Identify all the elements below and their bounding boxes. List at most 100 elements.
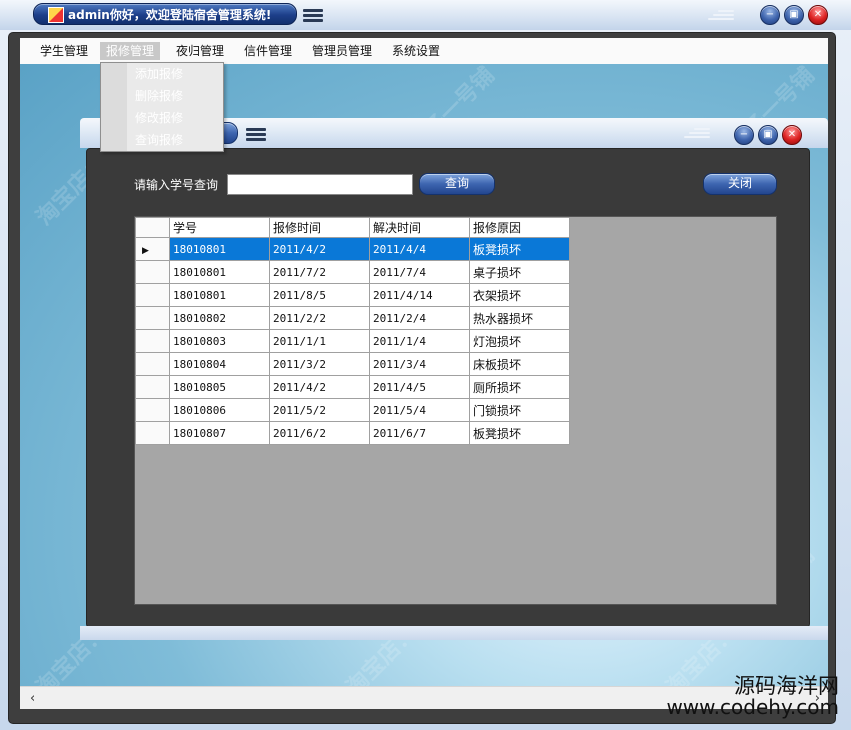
menu-bar: 学生管理 报修管理 夜归管理 信件管理 管理员管理 系统设置	[20, 38, 828, 64]
table-cell[interactable]: 2011/4/2	[269, 237, 370, 261]
table-cell[interactable]: 2011/7/2	[269, 260, 370, 284]
table-cell[interactable]: 18010801	[169, 260, 270, 284]
table-cell[interactable]: 2011/4/14	[369, 283, 470, 307]
row-header[interactable]	[135, 260, 170, 284]
close-window-button[interactable]: 关闭	[703, 173, 777, 195]
title-deco-icon	[708, 8, 734, 20]
child-close-button[interactable]: ✕	[782, 125, 802, 145]
menu-edit-repair[interactable]: 修改报修	[135, 108, 183, 128]
table-cell[interactable]: 2011/2/2	[269, 306, 370, 330]
table-cell[interactable]: 18010801	[169, 283, 270, 307]
window-title: admin你好，欢迎登陆宿舍管理系统!	[68, 8, 272, 22]
table-cell[interactable]: 2011/6/2	[269, 421, 370, 445]
table-row[interactable]: 18010806 2011/5/2 2011/5/4 门锁损坏	[135, 398, 570, 422]
child-system-menu-icon[interactable]	[246, 127, 266, 141]
close-button[interactable]: ✕	[808, 5, 828, 25]
system-menu-icon[interactable]	[303, 8, 323, 22]
table-cell[interactable]: 2011/7/4	[369, 260, 470, 284]
table-row[interactable]: 18010804 2011/3/2 2011/3/4 床板损坏	[135, 352, 570, 376]
menu-add-repair[interactable]: 添加报修	[135, 64, 183, 84]
maximize-icon: ▣	[789, 9, 799, 20]
table-cell[interactable]: 板凳损坏	[469, 421, 570, 445]
child-bottom-border	[80, 626, 828, 640]
child-minimize-button[interactable]: −	[734, 125, 754, 145]
menu-settings[interactable]: 系统设置	[386, 42, 446, 60]
search-label: 请输入学号查询	[134, 178, 219, 192]
table-row[interactable]: 18010803 2011/1/1 2011/1/4 灯泡损坏	[135, 329, 570, 353]
table-cell[interactable]: 18010801	[169, 237, 270, 261]
row-header[interactable]: ▶	[135, 237, 170, 261]
table-row[interactable]: ▶ 18010801 2011/4/2 2011/4/4 板凳损坏	[135, 237, 570, 261]
table-cell[interactable]: 18010807	[169, 421, 270, 445]
menu-repair[interactable]: 报修管理	[100, 42, 161, 60]
table-cell[interactable]: 2011/5/4	[369, 398, 470, 422]
table-row[interactable]: 18010802 2011/2/2 2011/2/4 热水器损坏	[135, 306, 570, 330]
table-row[interactable]: 18010805 2011/4/2 2011/4/5 厕所损坏	[135, 375, 570, 399]
row-header[interactable]	[135, 375, 170, 399]
column-header[interactable]: 学号	[169, 217, 270, 238]
row-header[interactable]	[135, 421, 170, 445]
minimize-button[interactable]: −	[760, 5, 780, 25]
row-header[interactable]	[135, 306, 170, 330]
title-bar: admin你好，欢迎登陆宿舍管理系统! − ▣ ✕	[0, 0, 851, 30]
table-cell[interactable]: 18010802	[169, 306, 270, 330]
site-name-cn: 源码海洋网	[734, 674, 839, 698]
menu-delete-repair[interactable]: 删除报修	[135, 86, 183, 106]
row-header-corner	[135, 217, 170, 238]
menu-student[interactable]: 学生管理	[34, 42, 94, 60]
close-icon: ✕	[813, 9, 823, 20]
child-maximize-button[interactable]: ▣	[758, 125, 778, 145]
menu-letters[interactable]: 信件管理	[238, 42, 298, 60]
table-row[interactable]: 18010801 2011/7/2 2011/7/4 桌子损坏	[135, 260, 570, 284]
table-cell[interactable]: 2011/4/2	[269, 375, 370, 399]
scroll-left-icon[interactable]: ‹	[30, 691, 35, 706]
row-header[interactable]	[135, 329, 170, 353]
menu-icon-strip	[101, 63, 127, 151]
row-pointer-icon: ▶	[142, 246, 149, 256]
column-header[interactable]: 解决时间	[369, 217, 470, 238]
repair-data-grid[interactable]: 学号 报修时间 解决时间 报修原因 ▶ 18010801 2011/4/2 2011/…	[134, 216, 777, 605]
table-cell[interactable]: 门锁损坏	[469, 398, 570, 422]
table-cell[interactable]: 2011/5/2	[269, 398, 370, 422]
table-cell[interactable]: 2011/1/4	[369, 329, 470, 353]
table-row[interactable]: 18010801 2011/8/5 2011/4/14 衣架损坏	[135, 283, 570, 307]
child-deco-icon	[684, 126, 710, 138]
row-header[interactable]	[135, 398, 170, 422]
table-cell[interactable]: 18010804	[169, 352, 270, 376]
table-cell[interactable]: 2011/3/2	[269, 352, 370, 376]
table-cell[interactable]: 2011/2/4	[369, 306, 470, 330]
table-cell[interactable]: 衣架损坏	[469, 283, 570, 307]
table-cell[interactable]: 板凳损坏	[469, 237, 570, 261]
table-cell[interactable]: 厕所损坏	[469, 375, 570, 399]
column-header[interactable]: 报修时间	[269, 217, 370, 238]
menu-late-return[interactable]: 夜归管理	[170, 42, 230, 60]
row-header[interactable]	[135, 352, 170, 376]
table-cell[interactable]: 18010806	[169, 398, 270, 422]
close-icon: ✕	[787, 129, 797, 140]
table-cell[interactable]: 2011/1/1	[269, 329, 370, 353]
table-cell[interactable]: 灯泡损坏	[469, 329, 570, 353]
menu-admin[interactable]: 管理员管理	[306, 42, 378, 60]
title-pill: admin你好，欢迎登陆宿舍管理系统!	[33, 3, 297, 25]
table-cell[interactable]: 桌子损坏	[469, 260, 570, 284]
site-watermark: 源码海洋网 www.codehy.com	[666, 675, 839, 718]
table-row[interactable]: 18010807 2011/6/2 2011/6/7 板凳损坏	[135, 421, 570, 445]
query-button[interactable]: 查询	[419, 173, 495, 195]
table-cell[interactable]: 热水器损坏	[469, 306, 570, 330]
table-cell[interactable]: 2011/6/7	[369, 421, 470, 445]
repair-dropdown-menu: 添加报修 删除报修 修改报修 查询报修	[100, 62, 224, 152]
table-cell[interactable]: 2011/8/5	[269, 283, 370, 307]
student-id-input[interactable]	[227, 174, 413, 195]
table-cell[interactable]: 床板损坏	[469, 352, 570, 376]
column-header[interactable]: 报修原因	[469, 217, 570, 238]
table-cell[interactable]: 2011/3/4	[369, 352, 470, 376]
table-cell[interactable]: 2011/4/5	[369, 375, 470, 399]
table-cell[interactable]: 18010803	[169, 329, 270, 353]
row-header[interactable]	[135, 283, 170, 307]
app-logo-icon	[48, 7, 64, 23]
maximize-button[interactable]: ▣	[784, 5, 804, 25]
table-cell[interactable]: 18010805	[169, 375, 270, 399]
menu-query-repair[interactable]: 查询报修	[135, 130, 183, 150]
table-cell[interactable]: 2011/4/4	[369, 237, 470, 261]
site-name-en: www.codehy.com	[666, 695, 839, 720]
